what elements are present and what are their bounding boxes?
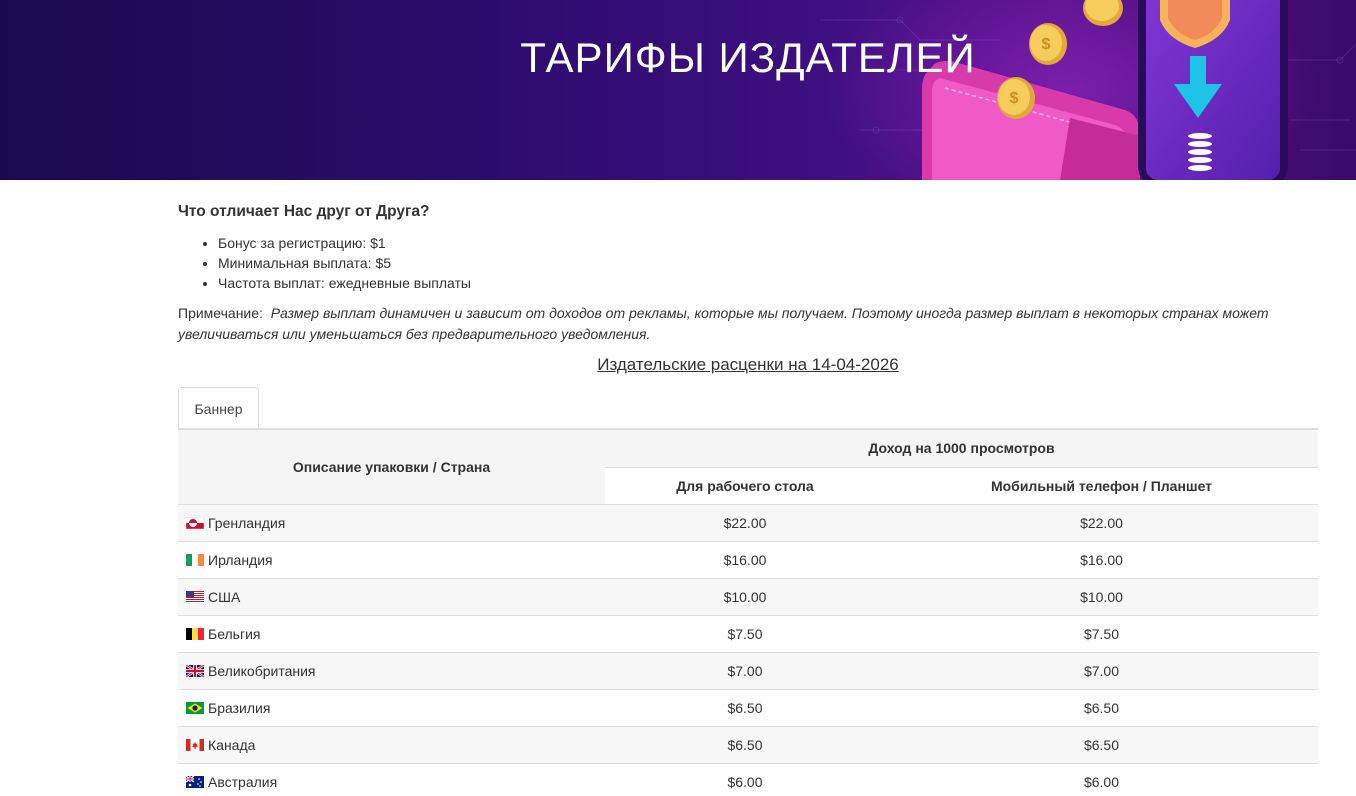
feature-item: Частота выплат: ежедневные выплаты [218, 273, 471, 293]
uk-flag-icon [186, 664, 204, 677]
table-row: Великобритания $7.00 $7.00 [178, 651, 1318, 689]
mobile-rate: $6.00 [885, 762, 1318, 796]
section-heading: Что отличает Нас друг от Друга? [178, 203, 430, 220]
australia-flag-icon [186, 775, 204, 788]
table-row: Канада $6.50 $6.50 [178, 725, 1318, 763]
country-cell: Великобритания [178, 651, 605, 689]
payout-note: Примечание: Размер выплат динамичен и за… [178, 303, 1278, 345]
country-name: Гренландия [208, 514, 286, 531]
country-name: Бельгия [208, 625, 261, 642]
tab-banner[interactable]: Баннер [178, 387, 259, 430]
usa-flag-icon [186, 590, 204, 603]
features-list: Бонус за регистрацию: $1 Минимальная вып… [218, 233, 471, 293]
tab-bar: Баннер [178, 387, 1318, 430]
page-title: ТАРИФЫ ИЗДАТЕЛЕЙ [520, 34, 976, 81]
mobile-rate: $7.00 [885, 651, 1318, 689]
country-cell: Канада [178, 725, 605, 763]
desktop-rate: $6.50 [605, 725, 885, 763]
country-cell: Гренландия [178, 503, 605, 541]
coin-icon [1083, 0, 1123, 26]
greenland-flag-icon [186, 516, 204, 529]
country-name: США [208, 588, 241, 605]
country-name: Канада [208, 736, 256, 753]
country-cell: Бельгия [178, 614, 605, 652]
svg-text:$: $ [1010, 90, 1019, 107]
desktop-rate: $7.00 [605, 651, 885, 689]
country-name: Великобритания [208, 662, 316, 679]
hero-illustration: $ $ [820, 0, 1356, 180]
desktop-rate: $16.00 [605, 540, 885, 578]
table-row: Австралия $6.00 $6.00 [178, 762, 1318, 796]
country-name: Ирландия [208, 551, 273, 568]
country-cell: Ирландия [178, 540, 605, 578]
mobile-rate: $16.00 [885, 540, 1318, 578]
country-name: Австралия [208, 773, 278, 790]
note-label: Примечание: [178, 305, 263, 321]
desktop-rate: $22.00 [605, 503, 885, 541]
table-row: Ирландия $16.00 $16.00 [178, 540, 1318, 578]
ireland-flag-icon [186, 553, 204, 566]
phone-icon [1138, 0, 1288, 180]
column-header-mobile: Мобильный телефон / Планшет [885, 466, 1318, 504]
country-cell: США [178, 577, 605, 615]
hero-banner: $ $ ТАРИФЫ ИЗДАТЕЛЕЙ [0, 0, 1356, 180]
canada-flag-icon [186, 738, 204, 751]
belgium-flag-icon [186, 627, 204, 640]
desktop-rate: $10.00 [605, 577, 885, 615]
column-header-country: Описание упаковки / Страна [178, 428, 605, 504]
desktop-rate: $6.50 [605, 688, 885, 726]
feature-item: Бонус за регистрацию: $1 [218, 233, 471, 253]
column-header-desktop: Для рабочего стола [605, 466, 885, 504]
rates-date-heading: Издательские расценки на 14-04-2026 [178, 355, 1318, 375]
column-header-income: Доход на 1000 просмотров [605, 428, 1318, 467]
country-name: Бразилия [208, 699, 271, 716]
table-row: Бельгия $7.50 $7.50 [178, 614, 1318, 652]
feature-item: Минимальная выплата: $5 [218, 253, 471, 273]
rates-table: Описание упаковки / Страна Доход на 1000… [178, 428, 1318, 796]
mobile-rate: $22.00 [885, 503, 1318, 541]
mobile-rate: $6.50 [885, 688, 1318, 726]
mobile-rate: $7.50 [885, 614, 1318, 652]
table-row: Гренландия $22.00 $22.00 [178, 503, 1318, 541]
table-row: Бразилия $6.50 $6.50 [178, 688, 1318, 726]
country-cell: Бразилия [178, 688, 605, 726]
country-cell: Австралия [178, 762, 605, 796]
table-row: США $10.00 $10.00 [178, 577, 1318, 615]
desktop-rate: $7.50 [605, 614, 885, 652]
rates-date-link[interactable]: Издательские расценки на 14-04-2026 [597, 355, 899, 374]
brazil-flag-icon [186, 701, 204, 714]
note-text: Размер выплат динамичен и зависит от дох… [178, 305, 1269, 342]
mobile-rate: $10.00 [885, 577, 1318, 615]
desktop-rate: $6.00 [605, 762, 885, 796]
mobile-rate: $6.50 [885, 725, 1318, 763]
coin-icon: $ [997, 77, 1035, 119]
